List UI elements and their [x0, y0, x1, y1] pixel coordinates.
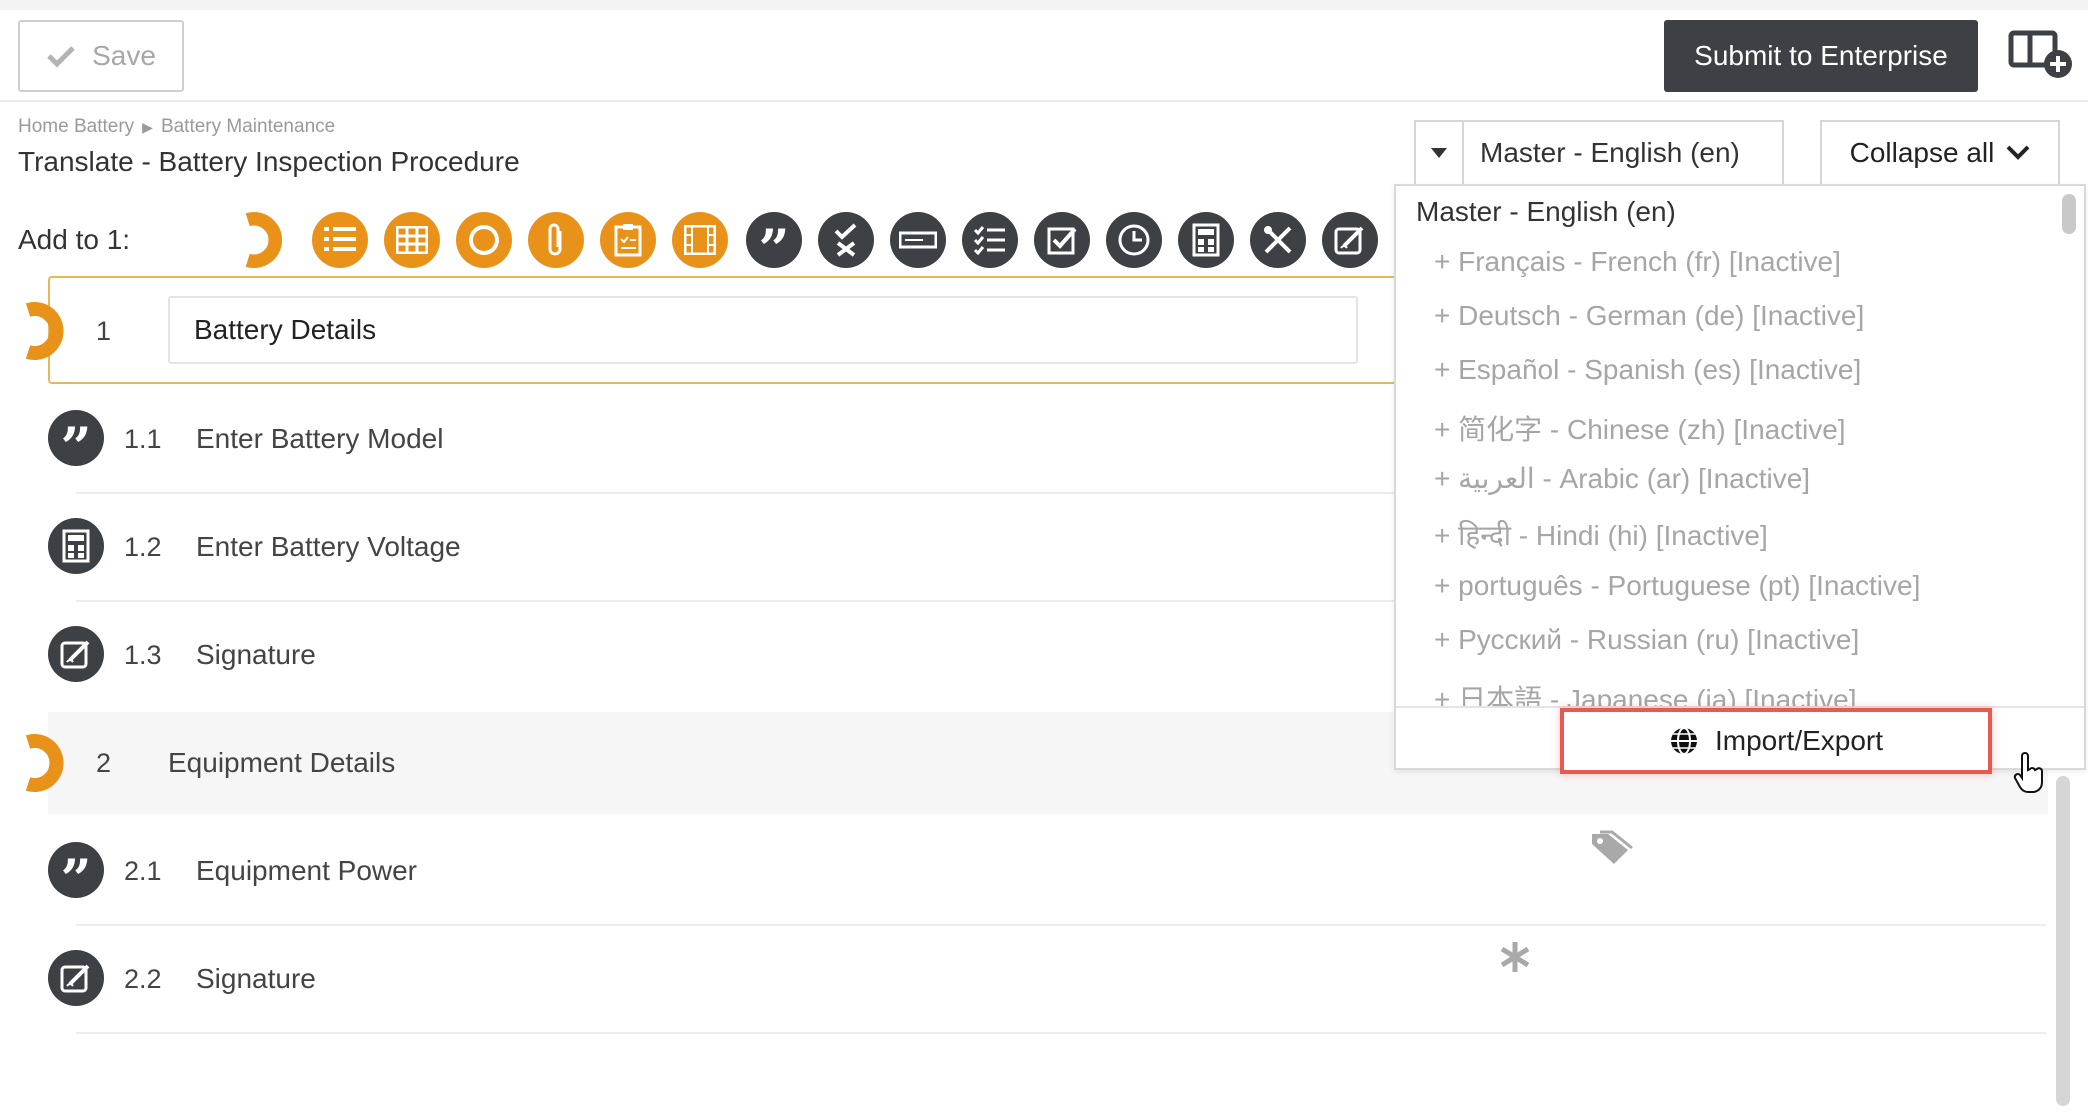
add-pass-fail-tool[interactable] [818, 212, 874, 268]
step-label[interactable]: Signature [196, 639, 316, 671]
add-clipboard-tool[interactable] [600, 212, 656, 268]
save-label: Save [92, 40, 156, 71]
collapse-all-button[interactable]: Collapse all [1820, 120, 2060, 186]
input-field-icon [899, 231, 937, 249]
language-option-portuguese[interactable]: + português - Portuguese (pt) [Inactive] [1434, 570, 1920, 602]
add-numbered-list-tool[interactable] [312, 212, 368, 268]
step-number: 1.2 [124, 532, 162, 562]
save-button[interactable]: Save [18, 20, 184, 92]
section-title-input[interactable]: Battery Details [168, 296, 1358, 364]
highlight-box [1560, 708, 1992, 774]
language-select-value: Master - English (en) [1480, 137, 1740, 168]
collapse-all-label: Collapse all [1849, 137, 1995, 168]
checklist-icon [974, 226, 1005, 255]
film-icon [684, 225, 716, 255]
breadcrumb: Home Battery ▶ Battery Maintenance [18, 116, 335, 138]
section-icon [245, 212, 282, 268]
quote-icon: ” [60, 415, 92, 479]
language-select[interactable]: Master - English (en) [1414, 120, 1784, 186]
language-option-chinese[interactable]: + 简化字 - Chinese (zh) [Inactive] [1434, 408, 1846, 448]
calculator-icon [62, 529, 90, 563]
add-tools-tool[interactable] [1250, 212, 1306, 268]
step-label[interactable]: Signature [196, 963, 316, 995]
language-option-german[interactable]: + Deutsch - German (de) [Inactive] [1434, 300, 1864, 332]
language-option-french[interactable]: + Français - French (fr) [Inactive] [1434, 246, 1841, 278]
step-number: 2.1 [124, 856, 162, 886]
step-label[interactable]: Enter Battery Voltage [196, 531, 461, 563]
circle-icon [469, 225, 499, 255]
add-time-tool[interactable] [1106, 212, 1162, 268]
add-text-tool[interactable]: ” [746, 212, 802, 276]
signature-icon [60, 964, 90, 993]
calculator-icon [1192, 223, 1220, 257]
checkbox-icon [1047, 227, 1077, 255]
add-checklist-tool[interactable] [962, 212, 1018, 268]
language-option-spanish[interactable]: + Español - Spanish (es) [Inactive] [1434, 354, 1861, 386]
submit-to-enterprise-button[interactable]: Submit to Enterprise [1664, 20, 1978, 92]
clipboard-checklist-icon [614, 224, 642, 257]
signature-icon [60, 640, 90, 669]
tag-icon[interactable] [1590, 830, 1634, 866]
caret-down-icon[interactable] [1416, 122, 1464, 184]
dropdown-scrollbar[interactable] [2062, 194, 2076, 234]
add-calculation-tool[interactable] [1178, 212, 1234, 268]
step-label[interactable]: Enter Battery Model [196, 423, 443, 455]
breadcrumb-item-battery-maintenance[interactable]: Battery Maintenance [161, 116, 335, 138]
table-icon [396, 226, 428, 254]
quote-icon: ” [60, 847, 92, 911]
add-signature-tool[interactable] [1322, 212, 1378, 268]
add-input-field-tool[interactable] [890, 212, 946, 268]
text-step-icon: ” [48, 842, 104, 906]
add-media-tool[interactable] [672, 212, 728, 268]
row-divider [76, 924, 2046, 926]
page-title: Translate - Battery Inspection Procedure [18, 146, 520, 177]
add-table-tool[interactable] [384, 212, 440, 268]
chevron-down-icon [2006, 145, 2030, 160]
quote-icon: ” [758, 217, 790, 281]
attachment-icon [548, 223, 562, 256]
step-number: 1 [96, 316, 112, 346]
check-cross-icon [834, 223, 857, 257]
add-attachment-tool[interactable] [528, 212, 584, 268]
section-icon [25, 734, 64, 792]
numbered-list-icon [324, 227, 356, 251]
breadcrumb-separator-icon: ▶ [142, 118, 153, 135]
language-list: Master - English (en) + Français - Frenc… [1396, 186, 2056, 706]
step-number: 1.1 [124, 424, 162, 454]
language-dropdown: Master - English (en) + Français - Frenc… [1394, 184, 2086, 770]
step-number: 2 [96, 748, 112, 778]
language-option-hindi[interactable]: + हिन्दी - Hindi (hi) [Inactive] [1434, 516, 1768, 554]
row-divider [76, 1032, 2046, 1034]
add-layout-icon[interactable] [2008, 28, 2074, 80]
clock-icon [1118, 224, 1150, 256]
language-option-russian[interactable]: + Русский - Russian (ru) [Inactive] [1434, 624, 1859, 656]
section-title[interactable]: Equipment Details [168, 747, 395, 779]
step-number: 2.2 [124, 964, 162, 994]
signature-icon [1334, 226, 1364, 255]
tools-icon [1264, 226, 1292, 254]
calculation-step-icon [48, 518, 104, 574]
language-option-arabic[interactable]: + العربية - Arabic (ar) [Inactive] [1434, 462, 1810, 495]
section-icon [25, 302, 64, 360]
breadcrumb-item-home-battery[interactable]: Home Battery [18, 116, 134, 138]
step-label[interactable]: Equipment Power [196, 855, 417, 887]
language-option-master[interactable]: Master - English (en) [1416, 196, 1676, 228]
add-checkbox-tool[interactable] [1034, 212, 1090, 268]
required-asterisk-icon[interactable] [1498, 940, 1532, 974]
add-to-label: Add to 1: [18, 224, 131, 255]
add-section-tool[interactable] [240, 212, 296, 268]
language-option-japanese[interactable]: + 日本語 - Japanese (ja) [Inactive] [1434, 678, 1857, 706]
signature-step-icon [48, 626, 104, 682]
hand-cursor-icon [2013, 752, 2043, 793]
signature-step-icon [48, 950, 104, 1006]
add-circle-tool[interactable] [456, 212, 512, 268]
step-number: 1.3 [124, 640, 162, 670]
checkmark-icon [47, 46, 75, 68]
text-step-icon: ” [48, 410, 104, 474]
page-scrollbar[interactable] [2056, 776, 2070, 1106]
